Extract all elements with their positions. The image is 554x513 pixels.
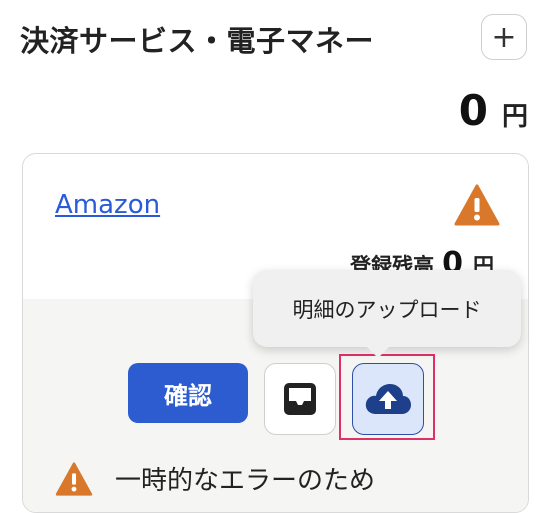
total-amount: 0 [458, 86, 488, 135]
error-message: 一時的なエラーのため [115, 466, 376, 496]
inbox-icon [284, 383, 316, 415]
total-unit: 円 [501, 102, 528, 132]
plus-icon: + [491, 19, 517, 55]
error-notice: 一時的なエラーのため [55, 460, 375, 497]
add-service-button[interactable]: + [481, 14, 527, 60]
section-title: 決済サービス・電子マネー [20, 24, 375, 58]
total-balance: 0 円 [459, 86, 528, 135]
service-name-link[interactable]: Amazon [55, 190, 160, 220]
upload-statement-button[interactable] [352, 363, 424, 435]
confirm-button[interactable]: 確認 [128, 363, 248, 423]
warning-icon [55, 461, 93, 496]
warning-icon [454, 184, 500, 226]
upload-tooltip: 明細のアップロード [253, 270, 521, 347]
tooltip-arrow [366, 346, 390, 358]
cloud-upload-icon [365, 384, 411, 414]
statement-inbox-button[interactable] [264, 363, 336, 435]
